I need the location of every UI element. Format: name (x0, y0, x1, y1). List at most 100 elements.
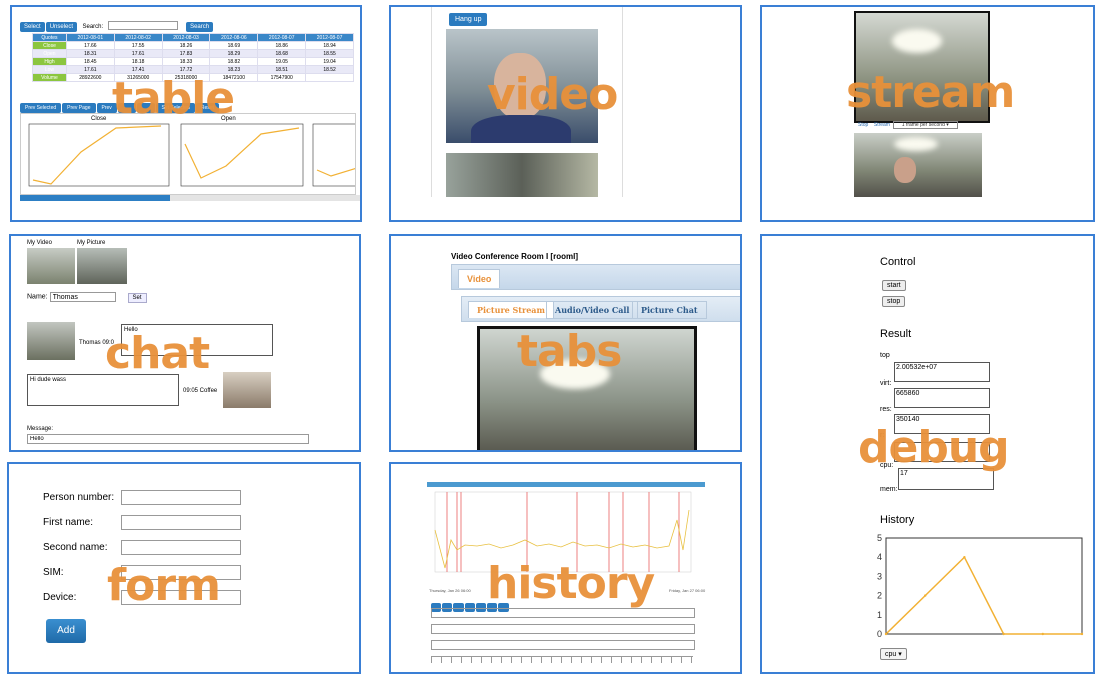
pager-button[interactable] (117, 103, 137, 113)
y-tick-label: 0 (877, 629, 882, 639)
horizontal-scrollbar[interactable] (20, 195, 360, 201)
ceiling-light-2 (894, 137, 938, 151)
timeline-track-2[interactable] (431, 624, 695, 634)
pager-button[interactable] (137, 103, 156, 113)
plot-frame (885, 537, 1083, 635)
form-input[interactable] (121, 565, 241, 580)
table-toolbar: Select Unselect Search: Search (20, 15, 214, 33)
pager-button[interactable]: Prev Selected (20, 103, 62, 113)
set-button[interactable]: Set (127, 292, 147, 303)
stop-link[interactable]: Stop (858, 122, 868, 128)
table-cell: 18.68 (257, 49, 307, 58)
form-label: Device: (43, 592, 77, 603)
msg2-picture (223, 372, 271, 408)
video-demo-tile: Hang up video (389, 5, 742, 222)
table-cell: 18.45 (65, 57, 115, 66)
table-cell: 17.55 (113, 41, 163, 50)
row-header: Open (32, 49, 67, 58)
message-input[interactable] (27, 434, 309, 444)
cpu-history-chart: 0 1 2 3 4 5 (877, 533, 1084, 639)
form-input[interactable] (121, 540, 241, 555)
unselect-button[interactable]: Unselect (45, 22, 78, 32)
history-chart (434, 491, 692, 573)
row-header: Low (32, 65, 67, 74)
column-header[interactable]: 2012-08-07 (257, 33, 307, 42)
res-value: 665860 (894, 388, 990, 408)
table-cell: 31265000 (113, 73, 163, 82)
table-row[interactable]: High 18.45 18.18 18.33 18.82 19.05 19.04 (32, 57, 354, 66)
stop-button[interactable]: stop (882, 296, 906, 307)
table-row[interactable]: Volume 28922600 31265000 25318000 18472100 17… (32, 73, 354, 82)
frame-rate-value: 1 frame per second (901, 122, 945, 128)
outer-tabbar: Video (451, 264, 740, 290)
form-label: First name: (43, 517, 94, 528)
column-header[interactable]: Quotes (32, 33, 67, 42)
msg1-bubble: Hello (121, 324, 273, 356)
table-cell: 28922600 (65, 73, 115, 82)
tabs-demo-tile: Video Conference Room I [rooml] Video Pi… (389, 234, 742, 452)
my-picture (77, 248, 127, 284)
my-picture-label: My Picture (77, 240, 106, 246)
hang-up-button[interactable]: Hang up (449, 13, 488, 26)
form-input[interactable] (121, 590, 241, 605)
table-cell: 17.72 (161, 65, 211, 74)
table-cell: 17.41 (113, 65, 163, 74)
pager-button[interactable]: Prev Page (62, 103, 96, 113)
pager-button[interactable]: Set Selected (156, 103, 195, 113)
form-label: Second name: (43, 542, 108, 553)
form-input[interactable] (121, 515, 241, 530)
stream-link[interactable]: Stream (874, 122, 890, 128)
metric-select[interactable]: cpu ▾ (880, 648, 907, 660)
name-row: Name: Set (27, 292, 147, 303)
scrollbar-thumb[interactable] (20, 195, 170, 201)
column-header[interactable]: 2012-08-02 (113, 33, 163, 42)
tab-video[interactable]: Video (458, 269, 501, 288)
frame-rate-select[interactable]: 1 frame per second ▾ (892, 121, 958, 129)
table-row[interactable]: Open 18.31 17.61 17.83 18.29 18.68 18.55 (32, 49, 354, 58)
cpu-series-line (885, 555, 1082, 635)
table-row[interactable]: Close 17.66 17.55 18.26 18.69 18.86 18.94 (32, 41, 354, 50)
table-cell: 17547900 (257, 73, 307, 82)
tab-audio-video-call[interactable]: Audio/Video Call (546, 301, 639, 319)
search-input[interactable] (107, 21, 178, 30)
history-heading: History (880, 514, 915, 526)
table-cell: 18.82 (209, 57, 259, 66)
table-cell: 18.29 (209, 49, 259, 58)
form-input[interactable] (121, 490, 241, 505)
add-button[interactable]: Add (46, 619, 86, 643)
table-row[interactable]: Low 17.61 17.41 17.72 18.23 18.51 18.52 (32, 65, 354, 74)
column-header[interactable]: 2012-08-01 (65, 33, 115, 42)
tab-picture-chat[interactable]: Picture Chat (632, 301, 707, 319)
table-cell: 19.05 (257, 57, 307, 66)
table-cell: 17.61 (113, 49, 163, 58)
search-button[interactable]: Search (186, 22, 214, 32)
table-cell: 18.33 (161, 57, 211, 66)
table-cell: 18.69 (209, 41, 259, 50)
pager-button[interactable]: Prev (96, 103, 117, 113)
y-tick-label: 5 (877, 533, 882, 543)
remote-video (446, 29, 598, 143)
column-header[interactable]: 2012-08-03 (161, 33, 211, 42)
column-header[interactable]: 2012-08-06 (209, 33, 259, 42)
name-label: Name: (27, 293, 48, 301)
quotes-table: Quotes 2012-08-01 2012-08-02 2012-08-03 2012… (32, 33, 354, 82)
mem-label: mem: (880, 486, 898, 493)
msg2-meta: 09:05 Coffee (183, 388, 218, 394)
face (494, 53, 546, 119)
tab-stream-image (477, 326, 697, 450)
tab-picture-stream[interactable]: Picture Stream (468, 301, 554, 318)
name-input[interactable] (49, 292, 116, 302)
pager-button[interactable]: Reset (195, 103, 219, 113)
timeline-track-1[interactable] (431, 608, 695, 618)
table-cell: 18.31 (65, 49, 115, 58)
select-button[interactable]: Select (20, 22, 45, 32)
y-tick-label: 2 (877, 591, 882, 601)
table-cell: 18.94 (305, 41, 354, 50)
timeline-track-3[interactable] (431, 640, 695, 650)
column-header[interactable]: 2012-08-07 (305, 33, 354, 42)
cpu-data-point (1080, 632, 1084, 636)
start-button[interactable]: start (882, 280, 906, 291)
cpu-data-point (1002, 632, 1005, 636)
cpu-data-point (884, 632, 888, 636)
cpu-data-point (924, 594, 927, 597)
